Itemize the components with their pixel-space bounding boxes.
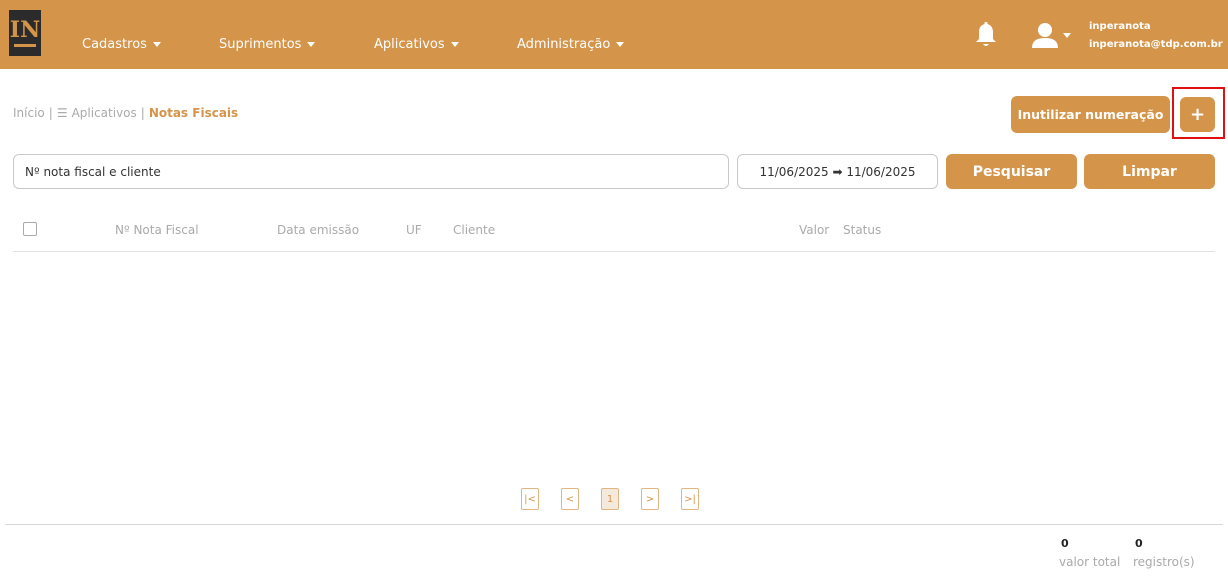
app-logo[interactable]: IN	[9, 10, 41, 56]
top-navbar: IN Cadastros Suprimentos Aplicativos Adm…	[0, 0, 1228, 69]
records-count-label: registro(s)	[1133, 555, 1195, 569]
user-avatar-icon	[1032, 23, 1058, 48]
chevron-down-icon	[1063, 33, 1071, 38]
prev-page-button[interactable]: <	[561, 488, 579, 510]
nav-menu-cadastros[interactable]: Cadastros	[82, 37, 161, 52]
breadcrumb-separator: |	[140, 106, 145, 120]
search-button[interactable]: Pesquisar	[946, 154, 1077, 189]
date-range-input[interactable]: 11/06/2025 ➡ 11/06/2025	[737, 154, 938, 189]
add-nota-button[interactable]: +	[1180, 97, 1215, 132]
chevron-down-icon	[616, 42, 625, 47]
breadcrumb: Início | ☰ Aplicativos | Notas Fiscais	[13, 106, 238, 120]
breadcrumb-current: Notas Fiscais	[148, 106, 239, 120]
breadcrumb-apps[interactable]: Aplicativos	[72, 106, 137, 120]
logo-underline	[14, 44, 36, 47]
breadcrumb-home[interactable]: Início	[13, 106, 45, 120]
next-page-button[interactable]: >	[641, 488, 659, 510]
user-email: inperanota@tdp.com.br	[1089, 39, 1223, 50]
nav-menu-label: Cadastros	[82, 37, 147, 52]
nav-menu-suprimentos[interactable]: Suprimentos	[219, 37, 316, 52]
chevron-down-icon	[152, 42, 161, 47]
select-all-checkbox[interactable]	[23, 222, 37, 236]
nav-menu-label: Aplicativos	[374, 37, 445, 52]
total-value: 0	[1061, 537, 1069, 550]
column-header-valor[interactable]: Valor	[799, 223, 829, 237]
total-value-label: valor total	[1059, 555, 1121, 569]
inutilizar-numeracao-button[interactable]: Inutilizar numeração	[1011, 96, 1170, 133]
column-header-data-emissao[interactable]: Data emissão	[277, 223, 359, 237]
page-button-current[interactable]: 1	[601, 488, 619, 510]
user-menu[interactable]	[1031, 22, 1071, 50]
user-name: inperanota	[1089, 21, 1151, 32]
nav-menu-aplicativos[interactable]: Aplicativos	[374, 37, 459, 52]
search-input[interactable]: Nº nota fiscal e cliente	[13, 154, 729, 189]
breadcrumb-separator: |	[48, 106, 53, 120]
column-header-status[interactable]: Status	[843, 223, 881, 237]
footer-divider	[5, 524, 1223, 525]
menu-lines-icon: ☰	[56, 106, 68, 120]
nav-menu-label: Suprimentos	[219, 37, 302, 52]
records-count: 0	[1135, 537, 1143, 550]
nav-menu-label: Administração	[517, 37, 611, 52]
nav-menu-administracao[interactable]: Administração	[517, 37, 625, 52]
logo-text: IN	[9, 17, 41, 43]
chevron-down-icon	[450, 42, 459, 47]
table-header-divider	[13, 251, 1215, 252]
column-header-cliente[interactable]: Cliente	[453, 223, 495, 237]
first-page-button[interactable]: |<	[521, 488, 539, 510]
clear-button[interactable]: Limpar	[1084, 154, 1215, 189]
last-page-button[interactable]: >|	[681, 488, 699, 510]
bell-icon[interactable]	[975, 22, 997, 48]
chevron-down-icon	[307, 42, 316, 47]
column-header-uf[interactable]: UF	[406, 223, 422, 237]
column-header-numero[interactable]: Nº Nota Fiscal	[115, 223, 199, 237]
